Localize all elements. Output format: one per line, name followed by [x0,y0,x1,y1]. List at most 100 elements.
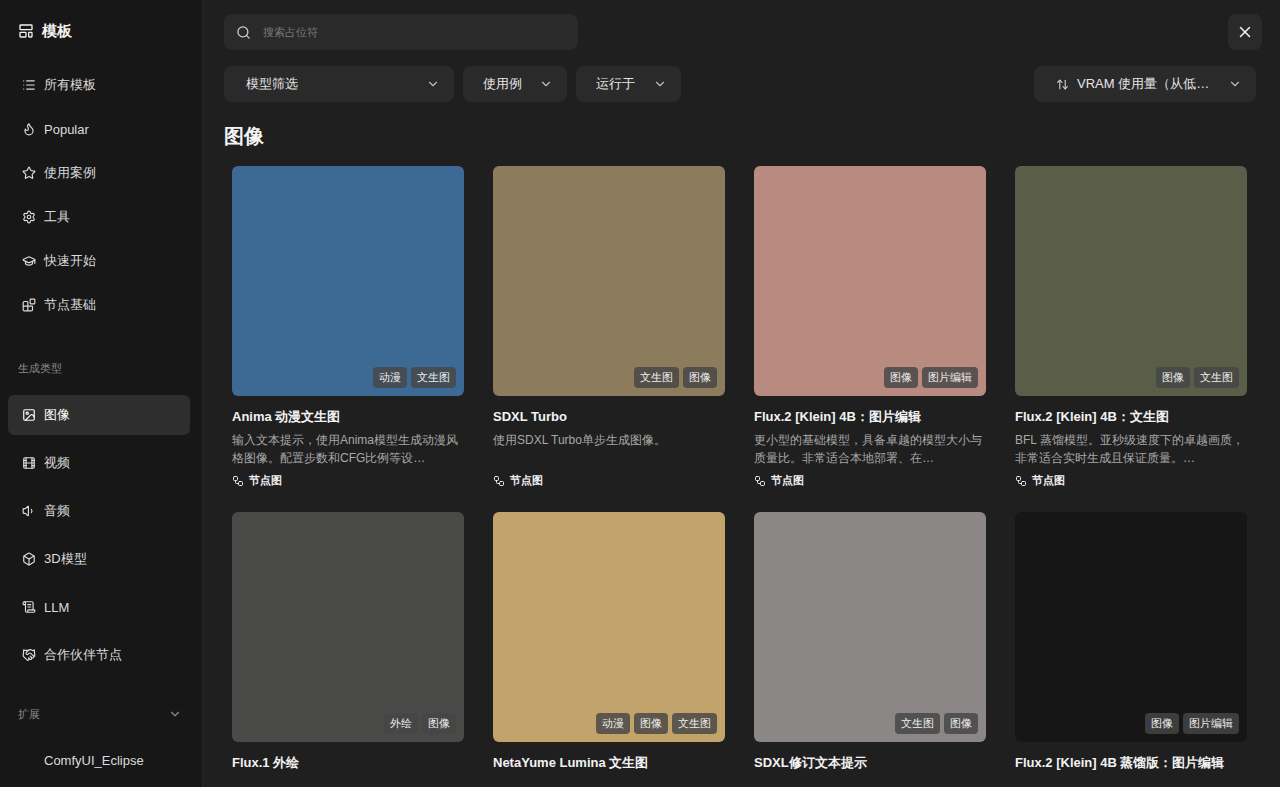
sidebar-item[interactable]: 3D模型 [8,539,190,579]
filter-dropdown[interactable]: 模型筛选 [224,66,454,102]
sidebar-item[interactable]: 工具 [8,197,190,237]
sidebar-item[interactable]: 所有模板 [8,65,190,105]
template-card[interactable]: 动漫图像文生图 NetaYume Lumina 文生图 [493,512,725,772]
category-badge: 文生图 [895,713,940,734]
search-input[interactable] [261,25,566,39]
category-badge: 图像 [944,713,978,734]
card-title: Anima 动漫文生图 [232,408,464,426]
sort-icon [1056,78,1069,91]
badge-group: 图像图片编辑 [1145,713,1239,734]
card-description: 使用SDXL Turbo单步生成图像。 [493,431,725,467]
chevron-down-icon [539,77,553,91]
card-title: SDXL Turbo [493,408,725,426]
badge-group: 外绘图像 [384,713,456,734]
card-description: 输入文本提示，使用Anima模型生成动漫风格图像。配置步数和CFG比例等设… [232,431,464,467]
template-preview: 图像图片编辑 [754,166,986,396]
sidebar-list: 所有模板Popular使用案例工具快速开始节点基础 [8,65,190,325]
filter-dropdown[interactable]: 使用例 [463,66,567,102]
category-badge: 图片编辑 [922,367,978,388]
category-badge: 文生图 [634,367,679,388]
card-title: Flux.2 [Klein] 4B：图片编辑 [754,408,986,426]
sidebar-item-icon [22,600,36,614]
sidebar-item[interactable]: 图像 [8,395,190,435]
card-title: Flux.2 [Klein] 4B：文生图 [1015,408,1247,426]
card-tag: 节点图 [1015,473,1247,488]
card-title: Flux.2 [Klein] 4B 蒸馏版：图片编辑 [1015,754,1247,772]
template-icon [18,23,34,39]
sidebar-section: 图像视频音频 3D模型 LLM 合作伙伴节点 [8,395,190,675]
sidebar-item-icon [22,648,36,662]
category-badge: 动漫 [373,367,407,388]
filter-bar: 模型筛选使用例运行于 VRAM 使用量（从低… [224,66,1262,102]
search-box[interactable] [224,14,578,50]
badge-group: 图像文生图 [1156,367,1239,388]
category-badge: 动漫 [596,713,630,734]
filter-dropdown[interactable]: 运行于 [576,66,681,102]
card-title: NetaYume Lumina 文生图 [493,754,725,772]
sidebar-item[interactable]: 音频 [8,491,190,531]
badge-group: 文生图图像 [634,367,717,388]
templates-window: 模板所有模板Popular使用案例工具快速开始节点基础生成类型图像视频音频3D模… [0,0,1280,787]
sidebar-section-label[interactable]: 扩展 [8,703,190,725]
search-icon [236,25,251,40]
category-badge: 图像 [683,367,717,388]
chevron-down-icon [1228,77,1242,91]
template-preview: 动漫图像文生图 [493,512,725,742]
chevron-down-icon [426,77,440,91]
sidebar-header: 模板 [8,0,190,62]
badge-group: 动漫图像文生图 [596,713,717,734]
card-title: SDXL修订文本提示 [754,754,986,772]
template-card[interactable]: 图像图片编辑Flux.2 [Klein] 4B：图片编辑更小型的基础模型，具备卓… [754,166,986,488]
template-card[interactable]: 外绘图像 Flux.1 外绘 [232,512,464,772]
sidebar-section-label: 生成类型 [8,357,190,379]
badge-group: 图像图片编辑 [884,367,978,388]
sidebar: 模板所有模板Popular使用案例工具快速开始节点基础生成类型图像视频音频 3D模… [0,0,203,787]
sidebar-item[interactable]: 视频 [8,443,190,483]
template-grid: 动漫文生图Anima 动漫文生图输入文本提示，使用Anima模型生成动漫风格图像… [224,166,1262,772]
sidebar-item[interactable]: 节点基础 [8,285,190,325]
card-tag: 节点图 [754,473,986,488]
sidebar-item[interactable]: Popular [8,109,190,149]
sidebar-item-icon [22,254,36,268]
sidebar-item[interactable]: LLM [8,587,190,627]
template-card[interactable]: 动漫文生图 Anima 动漫文生图输入文本提示，使用Anima模型生成动漫风格图像… [232,166,464,488]
sidebar-item-icon [22,552,36,566]
sidebar-section: ComfyUI_Eclipse [8,740,190,780]
template-card[interactable]: 图像文生图 Flux.2 [Klein] 4B：文生图 BFL 蒸馏模型。亚秒级速度… [1015,166,1247,488]
sidebar-item[interactable]: ComfyUI_Eclipse [8,740,190,780]
workflow-icon [232,475,244,487]
sidebar-item-icon [22,122,36,136]
category-badge: 文生图 [1194,367,1239,388]
sidebar-item-icon [22,298,36,312]
close-button[interactable] [1228,14,1262,50]
card-tag: 节点图 [232,473,464,488]
template-card[interactable]: 文生图图像SDXL Turbo使用SDXL Turbo单步生成图像。节点图 [493,166,725,488]
category-badge: 图像 [884,367,918,388]
category-badge: 图像 [1156,367,1190,388]
chevron-down-icon[interactable] [168,707,182,721]
category-badge: 图像 [422,713,456,734]
template-preview: 外绘图像 [232,512,464,742]
section-title: 图像 [224,124,1262,148]
template-card[interactable]: 图像图片编辑 Flux.2 [Klein] 4B 蒸馏版：图片编辑 [1015,512,1247,772]
category-badge: 文生图 [411,367,456,388]
card-description: BFL 蒸馏模型。亚秒级速度下的卓越画质，非常适合实时生成且保证质量。… [1015,431,1247,467]
sidebar-item[interactable]: 使用案例 [8,153,190,193]
main-panel: 模型筛选使用例运行于VRAM 使用量（从低…图像动漫文生图Anima 动漫文生图… [203,0,1280,787]
sidebar-item[interactable]: 快速开始 [8,241,190,281]
close-icon [1236,23,1254,41]
sort-dropdown[interactable]: VRAM 使用量（从低… [1034,66,1256,102]
category-badge: 图像 [1145,713,1179,734]
sidebar-item[interactable]: 合作伙伴节点 [8,635,190,675]
sidebar-item-icon [22,408,36,422]
sidebar-item-icon [22,456,36,470]
workflow-icon [1015,475,1027,487]
sidebar-item-icon [22,210,36,224]
card-title: Flux.1 外绘 [232,754,464,772]
badge-group: 文生图图像 [895,713,978,734]
badge-group: 动漫文生图 [373,367,456,388]
template-preview: 文生图图像 [493,166,725,396]
template-card[interactable]: 文生图图像 SDXL修订文本提示 [754,512,986,772]
template-preview: 动漫文生图 [232,166,464,396]
workflow-icon [493,475,505,487]
